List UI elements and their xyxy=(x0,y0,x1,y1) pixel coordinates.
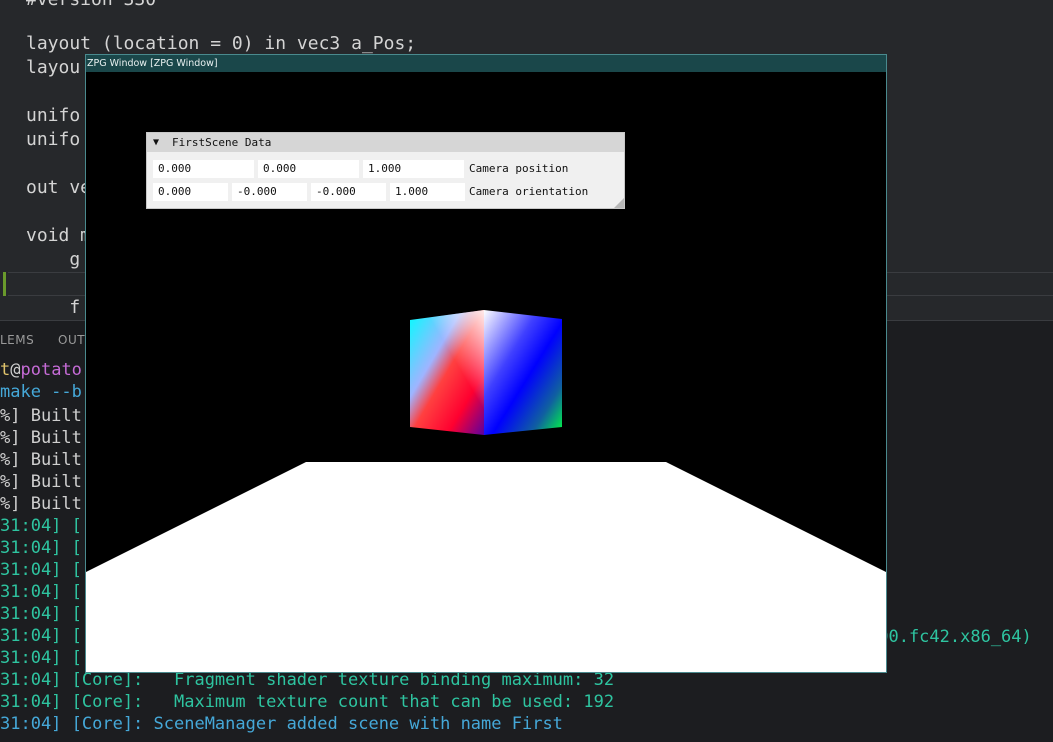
terminal-line: 31:04] [Core]: Maximum texture count tha… xyxy=(0,692,615,712)
window-titlebar[interactable]: ZPG Window [ZPG Window] xyxy=(86,55,886,72)
camera-orientation-y-input[interactable]: -0.000 xyxy=(232,183,307,201)
camera-orientation-w-input[interactable]: 1.000 xyxy=(390,183,465,201)
terminal-line: 31:04] [ xyxy=(0,582,82,602)
terminal-line-tail: 200.fc42.x86_64) xyxy=(868,627,1032,647)
code-line: unifo xyxy=(26,129,81,150)
terminal-line: %] Built xyxy=(0,472,82,492)
imgui-title: FirstScene Data xyxy=(172,136,272,149)
resize-grip-icon[interactable] xyxy=(614,198,624,208)
camera-position-label: Camera position xyxy=(469,162,569,175)
code-line: g xyxy=(26,249,81,270)
terminal-line: 31:04] [ xyxy=(0,648,82,668)
code-line: out ve xyxy=(26,177,92,198)
code-line: layout (location = 0) in vec3 a_Pos; xyxy=(26,33,417,54)
terminal-line: %] Built xyxy=(0,428,82,448)
camera-position-x-input[interactable]: 0.000 xyxy=(153,160,254,178)
code-line: f xyxy=(26,297,81,318)
camera-orientation-z-input[interactable]: -0.000 xyxy=(311,183,386,201)
cube xyxy=(410,310,562,435)
terminal-line: %] Built xyxy=(0,494,82,514)
camera-orientation-x-input[interactable]: 0.000 xyxy=(153,183,228,201)
git-change-marker xyxy=(3,272,6,296)
terminal-line: %] Built xyxy=(0,406,82,426)
camera-orientation-label: Camera orientation xyxy=(469,185,589,198)
terminal-line: 31:04] [ xyxy=(0,560,82,580)
code-line: layou xyxy=(26,57,81,78)
camera-position-z-input[interactable]: 1.000 xyxy=(363,160,464,178)
collapse-arrow-icon[interactable]: ▼ xyxy=(153,133,159,152)
code-line: #version 330 xyxy=(26,0,156,12)
terminal-line: 31:04] [ xyxy=(0,538,82,558)
terminal-line: 31:04] [ xyxy=(0,516,82,536)
terminal-command: make --b xyxy=(0,382,82,402)
imgui-scene-panel[interactable]: ▼ FirstScene Data 0.000 0.000 1.000 Came… xyxy=(146,132,625,209)
terminal-line: 31:04] [ xyxy=(0,604,82,624)
code-line: void m xyxy=(26,225,92,246)
camera-position-y-input[interactable]: 0.000 xyxy=(258,160,359,178)
terminal-line: 31:04] [Core]: SceneManager added scene … xyxy=(0,714,563,734)
terminal-line: %] Built xyxy=(0,450,82,470)
tab-output[interactable]: OUT xyxy=(58,333,85,347)
tab-problems[interactable]: LEMS xyxy=(0,333,34,347)
window-title: ZPG Window [ZPG Window] xyxy=(87,58,218,69)
code-line: unifo xyxy=(26,105,81,126)
terminal-line: 31:04] [ xyxy=(0,626,82,646)
terminal-prompt: t@potato xyxy=(0,360,82,380)
imgui-header[interactable]: ▼ FirstScene Data xyxy=(147,133,624,152)
